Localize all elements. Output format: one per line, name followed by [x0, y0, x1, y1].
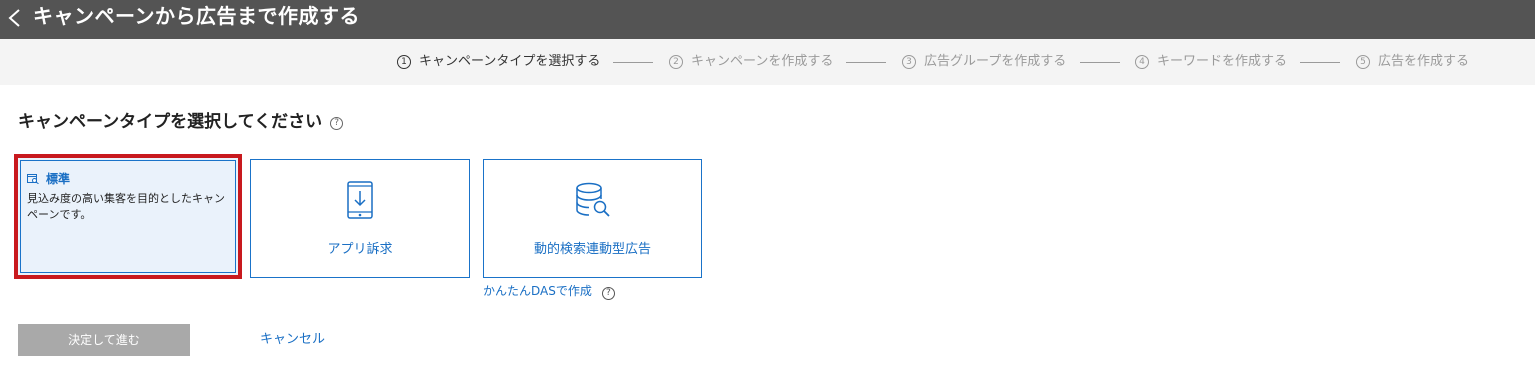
easy-das-link[interactable]: かんたんDASで作成?	[483, 283, 615, 300]
app-card-label: アプリ訴求	[327, 242, 393, 257]
step-label: キャンペーンを作成する	[691, 54, 834, 69]
step-label: 広告を作成する	[1378, 54, 1470, 69]
campaign-type-standard-card[interactable]: 標準 見込み度の高い集客を目的としたキャンペーンです。	[14, 154, 242, 279]
step-number: 3	[902, 55, 916, 69]
step-number: 2	[669, 55, 683, 69]
step-label: キャンペーンタイプを選択する	[419, 54, 601, 69]
step-divider	[1300, 62, 1340, 63]
database-search-icon	[575, 182, 610, 217]
cancel-link[interactable]: キャンセル	[260, 331, 325, 349]
step-4: 4 キーワードを作成する	[1135, 54, 1287, 70]
step-2: 2 キャンペーンを作成する	[669, 54, 833, 70]
help-icon[interactable]: ?	[330, 117, 344, 130]
steps-bar: 1 キャンペーンタイプを選択する 2 キャンペーンを作成する 3 広告グループを作成す…	[0, 39, 1535, 85]
header-bar: キャンペーンから広告まで作成する	[0, 0, 1535, 39]
step-divider	[613, 62, 653, 63]
step-label: キーワードを作成する	[1157, 54, 1288, 69]
das-card-label: 動的検索連動型広告	[533, 242, 651, 257]
step-1: 1 キャンペーンタイプを選択する	[397, 54, 600, 70]
step-label: 広告グループを作成する	[924, 54, 1067, 69]
standard-card-header: 標準	[27, 170, 70, 187]
step-number: 4	[1135, 55, 1149, 69]
chevron-left-icon[interactable]	[5, 7, 25, 29]
page-title: キャンペーンから広告まで作成する	[33, 4, 360, 28]
step-number: 5	[1356, 55, 1370, 69]
step-divider	[1080, 62, 1120, 63]
section-title-text: キャンペーンタイプを選択してください	[18, 112, 323, 132]
campaign-type-app-card[interactable]: アプリ訴求	[250, 159, 470, 278]
step-divider	[846, 62, 886, 63]
step-5: 5 広告を作成する	[1356, 54, 1469, 70]
standard-card-description: 見込み度の高い集客を目的としたキャンペーンです。	[27, 192, 225, 221]
search-window-icon	[27, 174, 39, 184]
campaign-type-das-card[interactable]: 動的検索連動型広告	[483, 159, 702, 278]
easy-das-link-label[interactable]: かんたんDASで作成	[483, 284, 592, 298]
mobile-download-icon	[347, 181, 373, 219]
standard-card-title: 標準	[46, 172, 71, 186]
section-title: キャンペーンタイプを選択してください?	[18, 111, 344, 133]
help-icon[interactable]: ?	[601, 287, 615, 300]
step-number: 1	[397, 55, 411, 69]
step-3: 3 広告グループを作成する	[902, 54, 1066, 70]
confirm-next-button[interactable]: 決定して進む	[18, 324, 190, 356]
